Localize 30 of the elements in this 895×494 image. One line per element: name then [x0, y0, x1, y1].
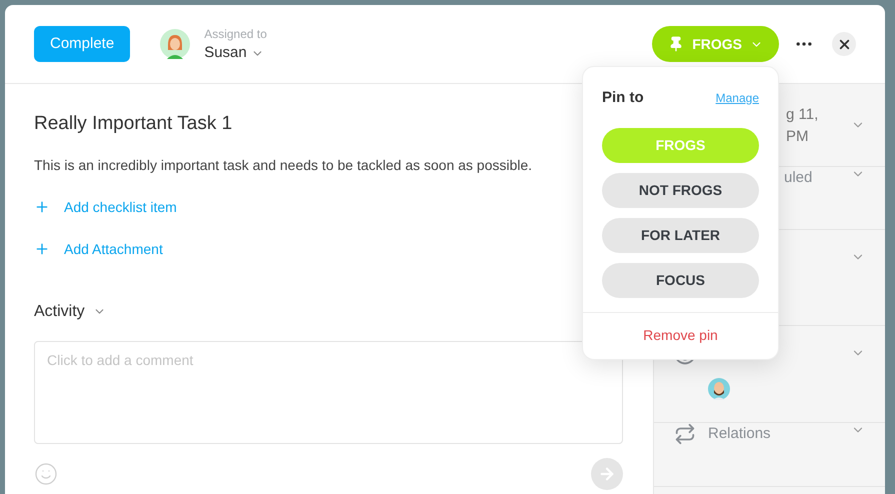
avatar-icon: [708, 378, 730, 400]
add-action-link[interactable]: Add checklist item: [34, 196, 177, 218]
section-label: uled: [784, 168, 812, 188]
pin-menu-title: Pin to: [602, 88, 644, 108]
remove-pin-button[interactable]: Remove pin: [643, 325, 718, 346]
comment-field[interactable]: Click to add a comment: [34, 340, 623, 444]
task-description: This is an incredibly important task and needs to be tackled as soon as possible.: [34, 156, 534, 175]
avatar-icon: [160, 29, 190, 59]
arrow-icon: [598, 464, 616, 482]
add-action-link[interactable]: Add Attachment: [34, 238, 163, 260]
manage-link[interactable]: Manage: [716, 89, 759, 107]
pin-icon: [668, 36, 684, 52]
pin-button[interactable]: FROGS: [652, 26, 779, 62]
task-title: Really Important Task 1: [34, 112, 234, 136]
plus-icon: [34, 241, 50, 257]
sidebar-section[interactable]: Relations: [654, 423, 885, 487]
complete-button[interactable]: Complete: [34, 26, 130, 62]
emoji-icon[interactable]: [34, 462, 58, 486]
pin-option[interactable]: FOCUS: [602, 262, 759, 298]
relations-icon: [674, 423, 696, 446]
section-label: Relations: [708, 424, 771, 444]
date-text: PM: [786, 127, 810, 147]
activity-toggle[interactable]: Activity: [34, 300, 106, 324]
pin-option[interactable]: FOR LATER: [602, 218, 759, 252]
date-text: g 11,: [786, 105, 818, 125]
plus-icon: [34, 199, 50, 215]
assigned-label: Assigned to: [204, 26, 267, 43]
close-button[interactable]: [832, 32, 856, 56]
assignee-dropdown[interactable]: Susan: [204, 43, 267, 63]
pin-option[interactable]: NOT FROGS: [602, 172, 759, 208]
